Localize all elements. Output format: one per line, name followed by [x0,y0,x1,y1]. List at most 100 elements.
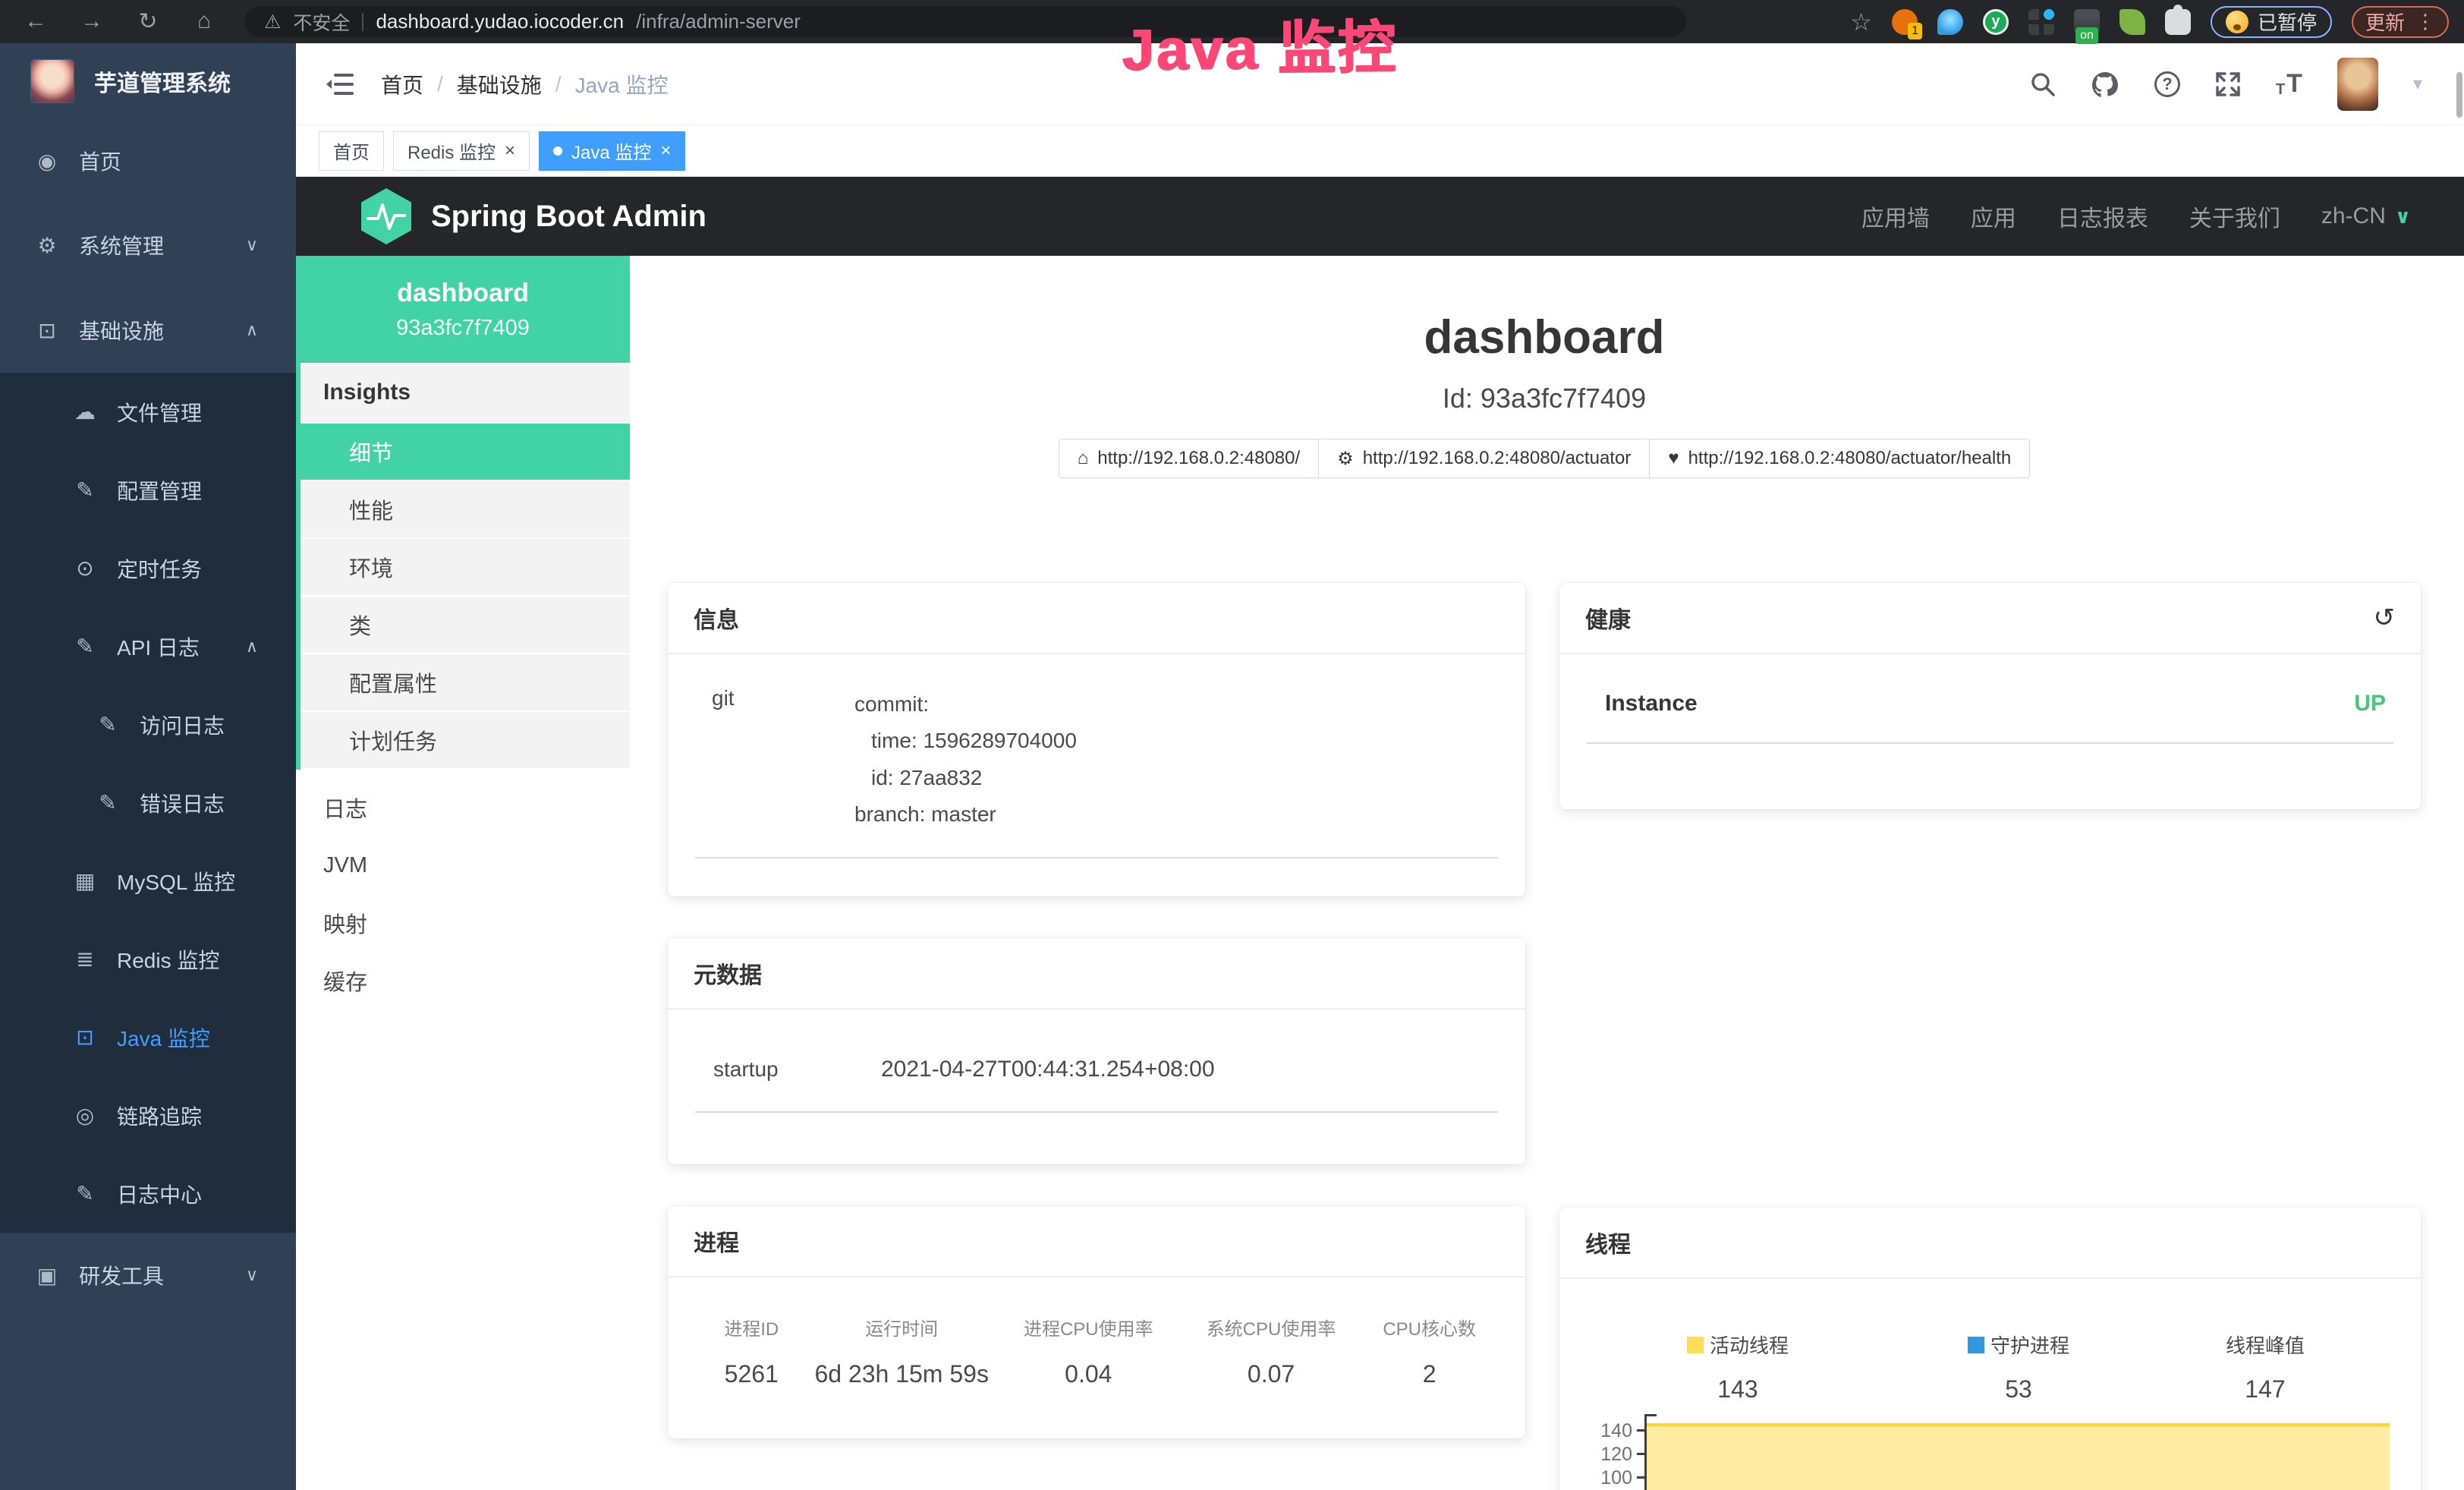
legend-value: 53 [2005,1375,2032,1403]
tab-label: Java 监控 [571,137,651,164]
sidebar-item-api-log[interactable]: ✎ API 日志 ∧ [0,607,296,685]
sidebar-item-infra[interactable]: ⊡ 基础设施 ∧ [0,288,296,373]
sba-menu-metrics[interactable]: 性能 [301,481,630,539]
paused-label: 已暂停 [2258,8,2317,36]
instance-url: http://192.168.0.2:48080/ [1097,448,1300,469]
annotation-text: Java 监控 [1122,0,1398,86]
address-bar[interactable]: ⚠ 不安全 dashboard.yudao.iocoder.cn /infra/… [244,6,1686,37]
health-url-button[interactable]: ♥ http://192.168.0.2:48080/actuator/heal… [1649,439,2030,478]
extension-badge: 1 [1908,23,1922,39]
sidebar-item-mysql[interactable]: ▦ MySQL 监控 [0,842,296,920]
search-icon[interactable] [2030,71,2056,97]
sidebar-item-java-monitor[interactable]: ⊡ Java 监控 [0,998,296,1076]
tab-redis-monitor[interactable]: Redis 监控 × [393,131,530,171]
sba-menu-classes[interactable]: 类 [301,597,630,654]
reload-icon[interactable]: ↻ [135,8,161,35]
extension-icon[interactable]: 1 [1892,9,1918,35]
y-extension-icon[interactable]: y [1983,9,2009,35]
sidebar-item-label: 日志中心 [117,1179,202,1209]
sidebar-item-label: 基础设施 [79,315,164,345]
browser-menu-icon[interactable]: ⋮ [2415,10,2435,33]
threads-chart: 140 120 100 [1559,1414,2421,1490]
tick-mark [1637,1476,1644,1479]
app-title: 芋道管理系统 [94,65,231,98]
text-size-icon[interactable]: TT [2276,69,2302,99]
tab-java-monitor[interactable]: Java 监控 × [539,131,685,171]
close-icon[interactable]: × [505,140,515,162]
avatar[interactable] [2337,58,2378,111]
y-tick: 120 [1587,1444,1632,1466]
sidebar-item-access-log[interactable]: ✎ 访问日志 [0,685,296,764]
sidebar-item-error-log[interactable]: ✎ 错误日志 [0,764,296,842]
caret-down-icon[interactable]: ▾ [2413,73,2422,95]
sba-menu-config-props[interactable]: 配置属性 [301,654,630,712]
sidebar-item-label: 错误日志 [140,788,225,818]
active-dot [553,146,562,156]
help-icon[interactable]: ? [2154,71,2180,97]
sba-menu-environment[interactable]: 环境 [301,539,630,597]
sba-menu-jvm[interactable]: JVM [296,836,630,894]
sidebar-item-label: 系统管理 [79,230,164,260]
sidebar-item-label: 访问日志 [140,710,225,740]
actuator-url-button[interactable]: ⚙ http://192.168.0.2:48080/actuator [1318,439,1650,478]
pin-extension-icon[interactable] [1937,9,1963,35]
sidebar-item-files[interactable]: ☁ 文件管理 [0,373,296,451]
back-icon[interactable]: ← [23,8,49,35]
sba-app-header[interactable]: dashboard 93a3fc7f7409 [296,256,630,363]
sidebar-item-redis[interactable]: ≣ Redis 监控 [0,920,296,998]
browser-home-icon[interactable]: ⌂ [191,8,217,35]
val-cpus: 2 [1356,1360,1503,1388]
sidebar-fold-icon[interactable] [326,72,355,96]
sba-brand-title[interactable]: Spring Boot Admin [431,200,706,234]
sidebar-item-label: 配置管理 [117,475,202,506]
sidebar-item-tracing[interactable]: ◎ 链路追踪 [0,1076,296,1155]
switch-extension-icon[interactable]: on [2074,9,2100,35]
tab-home[interactable]: 首页 [319,131,384,171]
profile-paused-pill[interactable]: 已暂停 [2211,6,2332,38]
sba-menu-details[interactable]: 细节 [301,424,630,481]
sba-nav-about[interactable]: 关于我们 [2189,200,2280,233]
sidebar-item-dev-tools[interactable]: ▣ 研发工具 ∨ [0,1233,296,1318]
sba-nav-applications[interactable]: 应用 [1971,200,2016,233]
fullscreen-icon[interactable] [2215,71,2241,97]
sidebar-item-label: 文件管理 [117,397,202,427]
close-icon[interactable]: × [660,140,671,162]
extensions-puzzle-icon[interactable] [2165,9,2191,35]
legend-value: 143 [1717,1375,1758,1403]
app-logo-row[interactable]: 芋道管理系统 [0,43,296,119]
breadcrumb-infra[interactable]: 基础设施 [457,69,542,99]
sidebar-item-label: Redis 监控 [117,944,219,975]
val-uptime: 6d 23h 15m 59s [813,1360,991,1388]
breadcrumb-home[interactable]: 首页 [381,69,423,99]
sidebar-item-jobs[interactable]: ⊙ 定时任务 [0,529,296,607]
sba-nav-journal[interactable]: 日志报表 [2057,200,2148,233]
bookmark-star-icon[interactable]: ☆ [1850,8,1872,36]
sidebar-item-system[interactable]: ⚙ 系统管理 ∨ [0,203,296,288]
legend-label: 线程峰值 [2226,1331,2305,1359]
forward-icon[interactable]: → [79,8,105,35]
instance-url-button[interactable]: ⌂ http://192.168.0.2:48080/ [1059,439,1319,478]
chrome-update-button[interactable]: 更新 ⋮ [2352,6,2449,38]
card-title: 信息 [694,601,739,635]
sba-nav-wallboard[interactable]: 应用墙 [1861,200,1930,233]
sba-menu-caches[interactable]: 缓存 [296,952,630,1010]
sidebar-item-log-center[interactable]: ✎ 日志中心 [0,1155,296,1233]
sba-nav: 应用墙 应用 日志报表 关于我们 zh-CN ∨ [1861,200,2411,233]
sba-menu-scheduled-tasks[interactable]: 计划任务 [301,712,630,770]
grid-extension-icon[interactable] [2028,9,2054,35]
github-icon[interactable] [2091,71,2119,98]
sba-app-name: dashboard [397,279,529,308]
history-icon[interactable]: ↺ [2374,603,2396,633]
security-label[interactable]: 不安全 [293,8,350,36]
url-path[interactable]: /infra/admin-server [636,10,801,33]
sba-menu-mappings[interactable]: 映射 [296,894,630,952]
sba-language-select[interactable]: zh-CN ∨ [2321,203,2411,229]
leaf-extension-icon[interactable] [2119,9,2145,35]
url-host[interactable]: dashboard.yudao.iocoder.cn [376,10,624,33]
sidebar-item-home[interactable]: ◉ 首页 [0,119,296,203]
health-card-title: 健康 ↺ [1559,583,2421,654]
sidebar-item-config[interactable]: ✎ 配置管理 [0,451,296,529]
page-title: dashboard [668,310,2421,364]
sba-menu-logs[interactable]: 日志 [296,779,630,836]
scrollbar[interactable] [2456,72,2462,118]
